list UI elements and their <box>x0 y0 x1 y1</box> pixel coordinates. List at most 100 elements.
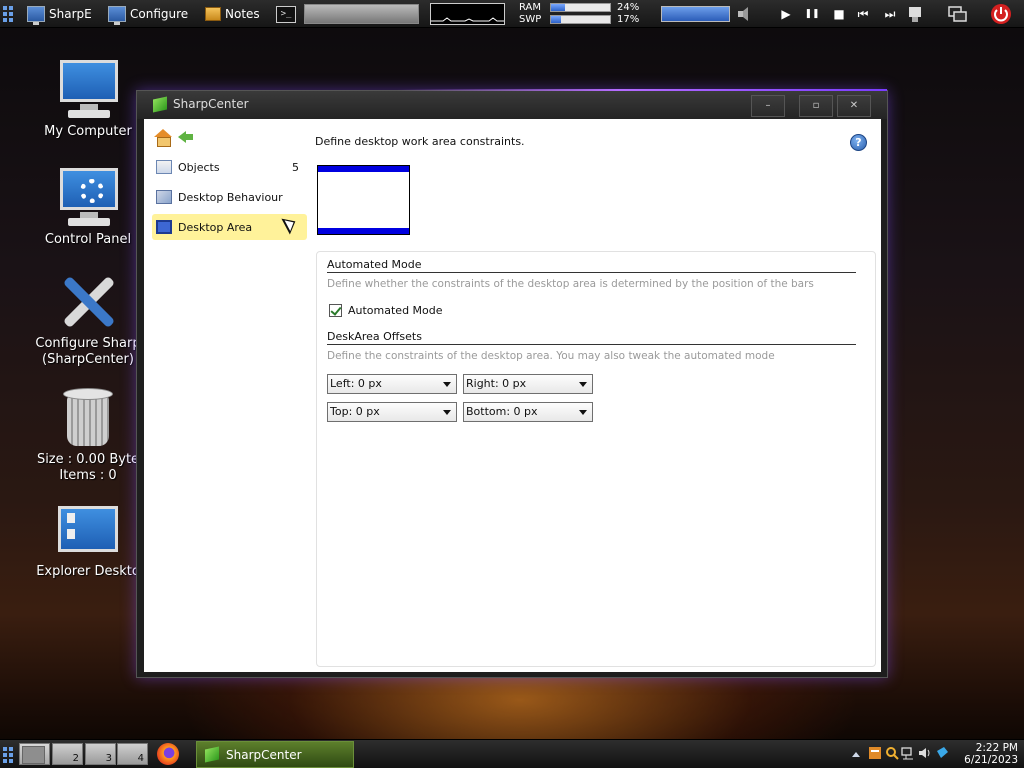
chevron-down-icon <box>579 410 587 415</box>
right-offset-value: Right: 0 px <box>466 377 527 390</box>
cpu-graph <box>430 3 505 25</box>
top-panel: SharpE Configure Notes >_ RAM SWP 24% 17… <box>0 0 1024 28</box>
terminal-icon: >_ <box>276 5 296 23</box>
configure-label: Configure <box>130 7 189 21</box>
previous-button[interactable]: ⏮ <box>855 6 871 22</box>
desktop-pager-4[interactable]: 4 <box>117 743 148 765</box>
top-offset-value: Top: 0 px <box>330 405 380 418</box>
show-desktop-icon[interactable] <box>948 5 968 23</box>
bottom-offset-select[interactable]: Bottom: 0 px <box>463 402 593 422</box>
configure-button[interactable]: Configure <box>108 0 188 28</box>
desktop-pager-1[interactable]: 1 <box>19 743 50 765</box>
tools-icon <box>56 270 120 332</box>
stop-button[interactable]: ■ <box>831 6 847 22</box>
top-offset-select[interactable]: Top: 0 px <box>327 402 457 422</box>
back-arrow-icon[interactable] <box>178 130 194 144</box>
bin-size-label: Size : 0.00 Byte <box>36 452 140 467</box>
clock-time: 2:22 PM <box>975 742 1018 754</box>
volume-bar[interactable] <box>661 6 730 22</box>
sharpcenter-icon <box>153 96 167 113</box>
sidebar-item-objects[interactable]: Objects 5 <box>152 154 307 180</box>
bottom-offset-value: Bottom: 0 px <box>466 405 538 418</box>
taskbar-sharpcenter-button[interactable]: SharpCenter <box>196 741 354 768</box>
explorer-desktop-label: Explorer Deskto <box>36 564 140 579</box>
minimize-button[interactable]: – <box>751 95 785 117</box>
play-button[interactable]: ▶ <box>778 6 794 22</box>
desktop-pager-2[interactable]: 2 <box>52 743 83 765</box>
objects-count: 5 <box>292 160 299 174</box>
home-icon[interactable] <box>154 129 172 147</box>
next-button[interactable]: ⏭ <box>882 6 898 22</box>
sharpcenter-label: (SharpCenter) <box>42 352 134 367</box>
sidebar-nav <box>154 129 194 147</box>
sharpe-menu-button[interactable]: SharpE <box>27 0 92 28</box>
explorer-desktop-icon <box>58 506 118 552</box>
desktop-icon-configure-sharpe[interactable]: Configure Sharp (SharpCenter) <box>33 270 143 368</box>
cpu-graph-line <box>431 17 504 22</box>
automated-mode-checkbox-label: Automated Mode <box>348 304 443 317</box>
speaker-icon[interactable] <box>736 5 754 23</box>
pause-button[interactable]: ❚❚ <box>804 6 820 22</box>
objects-icon <box>156 160 172 174</box>
window-title-bar[interactable]: SharpCenter – ▫ ✕ <box>137 91 887 119</box>
sidebar-item-desktop-behaviour[interactable]: Desktop Behaviour <box>152 184 307 210</box>
preview-bottom-bar <box>318 228 409 234</box>
terminal-button[interactable]: >_ <box>276 0 296 28</box>
computer-icon <box>56 58 120 120</box>
window-title: SharpCenter <box>173 97 249 111</box>
desktop-area-preview <box>317 165 410 235</box>
cpu-meter <box>304 4 419 24</box>
swp-label: SWP <box>519 14 542 25</box>
configure-sharpe-label: Configure Sharp <box>35 336 141 351</box>
ram-bar-fill <box>551 4 566 11</box>
desktop-icon-my-computer[interactable]: My Computer <box>33 58 143 140</box>
desktop-pager-3[interactable]: 3 <box>85 743 116 765</box>
clock-date: 6/21/2023 <box>964 754 1018 766</box>
bottom-taskbar: 1 2 3 4 SharpCenter 2:22 PM 6/21/2023 <box>0 739 1024 768</box>
sidebar-item-label: Desktop Area <box>178 220 253 234</box>
automated-mode-title: Automated Mode <box>327 258 856 273</box>
tray-sharpe-icon[interactable] <box>935 746 949 760</box>
configure-monitor-icon <box>108 6 126 25</box>
eject-usb-icon[interactable] <box>906 5 924 23</box>
sidebar-item-label: Objects <box>178 160 220 174</box>
maximize-button[interactable]: ▫ <box>799 95 833 117</box>
monitor-icon <box>27 6 45 25</box>
sidebar-item-label: Desktop Behaviour <box>178 190 283 204</box>
taskbar-clock[interactable]: 2:22 PM 6/21/2023 <box>958 742 1018 766</box>
sharpcenter-task-icon <box>205 746 219 763</box>
ram-label: RAM <box>519 2 542 13</box>
bin-items-label: Items : 0 <box>59 468 117 483</box>
desktop-icon-recycle-bin[interactable]: Size : 0.00 Byte Items : 0 <box>33 386 143 484</box>
taskbar-task-label: SharpCenter <box>226 747 302 762</box>
desktop-icon-explorer-desktop[interactable]: Explorer Deskto <box>33 506 143 580</box>
tray-search-icon[interactable] <box>885 746 899 760</box>
automated-mode-checkbox-row[interactable]: Automated Mode <box>329 304 443 317</box>
desktop-icon-control-panel[interactable]: Control Panel <box>33 166 143 248</box>
notes-button[interactable]: Notes <box>205 0 260 28</box>
menu-dots-icon[interactable] <box>3 0 15 28</box>
power-icon[interactable] <box>990 3 1012 25</box>
left-offset-select[interactable]: Left: 0 px <box>327 374 457 394</box>
help-icon[interactable]: ? <box>850 134 867 151</box>
control-panel-icon <box>56 166 120 228</box>
taskbar-menu-dots-icon[interactable] <box>3 740 15 768</box>
control-panel-label: Control Panel <box>44 232 132 247</box>
preview-top-bar <box>318 166 409 172</box>
settings-panel: Automated Mode Define whether the constr… <box>316 251 876 667</box>
swp-percent: 17% <box>617 14 640 25</box>
tray-app-icon[interactable] <box>868 746 882 760</box>
tray-network-icon[interactable] <box>901 746 915 760</box>
deskarea-offsets-description: Define the constraints of the desktop ar… <box>327 350 775 362</box>
firefox-icon[interactable] <box>157 743 179 765</box>
right-offset-select[interactable]: Right: 0 px <box>463 374 593 394</box>
tray-volume-icon[interactable] <box>918 746 932 760</box>
tray-expand-icon[interactable] <box>852 752 860 757</box>
chevron-down-icon <box>443 382 451 387</box>
swp-bar <box>550 15 611 24</box>
automated-mode-checkbox[interactable] <box>329 304 342 317</box>
chevron-down-icon <box>579 382 587 387</box>
chevron-down-icon <box>443 410 451 415</box>
desktop-behaviour-icon <box>156 190 172 204</box>
close-button[interactable]: ✕ <box>837 95 871 117</box>
